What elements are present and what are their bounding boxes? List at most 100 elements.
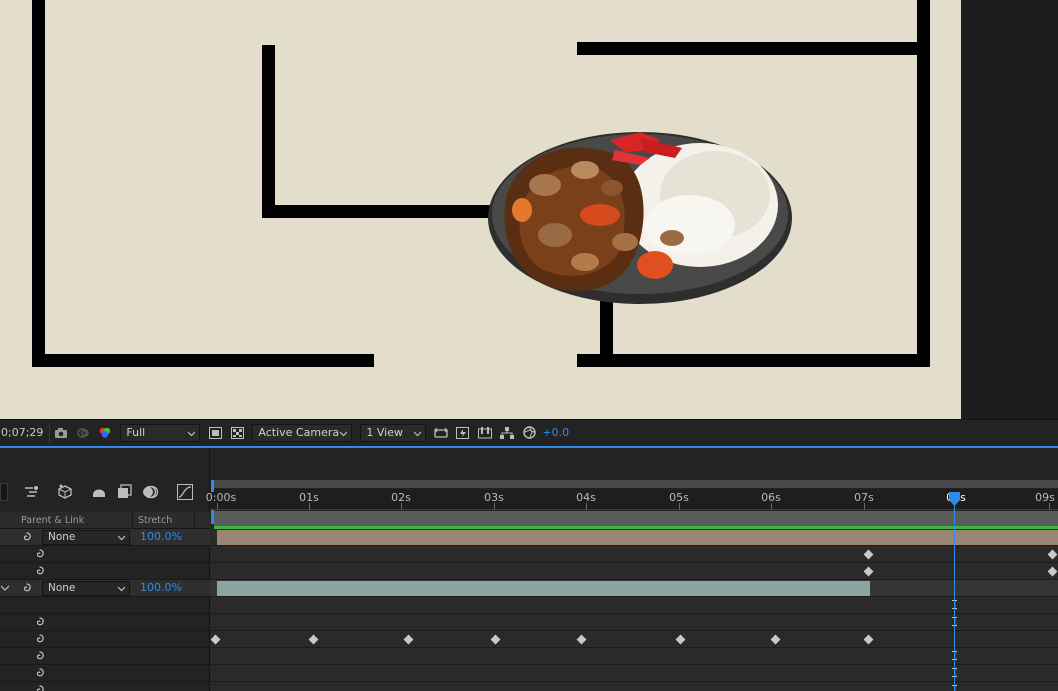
pick-whip-icon[interactable] bbox=[33, 650, 46, 663]
show-snapshot-icon[interactable] bbox=[72, 423, 94, 443]
current-timecode[interactable]: 0;07;29 bbox=[0, 422, 51, 443]
twirl-open-icon[interactable] bbox=[1, 584, 9, 592]
viewer-toolbar: 0;07;29 Full Active Camera 1 View +0.0 bbox=[0, 419, 1058, 445]
column-divider bbox=[194, 512, 195, 529]
chevron-down-icon bbox=[118, 535, 125, 541]
resolution-dropdown[interactable]: Full bbox=[120, 423, 201, 442]
keyframe[interactable] bbox=[675, 634, 686, 645]
property-track[interactable] bbox=[210, 631, 1058, 648]
camera-snapshot-icon[interactable] bbox=[50, 423, 72, 443]
parent-dropdown[interactable]: None bbox=[42, 581, 130, 596]
camera-dropdown[interactable]: Active Camera bbox=[252, 423, 353, 442]
layer-duration-bar[interactable] bbox=[217, 581, 870, 596]
layer-row[interactable]: None 100.0% bbox=[0, 529, 210, 546]
ruler-tick bbox=[586, 503, 587, 510]
stretch-value[interactable]: 100.0% bbox=[140, 530, 182, 543]
layer-duration-bar[interactable] bbox=[217, 530, 1058, 545]
timeline-icon[interactable] bbox=[474, 423, 496, 443]
region-of-interest-icon[interactable] bbox=[204, 423, 226, 443]
property-row[interactable] bbox=[0, 614, 210, 631]
stretch-value[interactable]: 100.0% bbox=[140, 581, 182, 594]
curry-rice-plate-image[interactable] bbox=[0, 0, 961, 419]
ruler-tick bbox=[309, 503, 310, 510]
keyframe[interactable] bbox=[308, 634, 319, 645]
draft-3d-icon[interactable] bbox=[57, 483, 73, 499]
keyframe[interactable] bbox=[863, 566, 874, 577]
keyframe[interactable] bbox=[210, 634, 221, 645]
property-track[interactable] bbox=[210, 546, 1058, 563]
after-effects-window: 0;07;29 Full Active Camera 1 View +0.0 P… bbox=[0, 0, 1058, 691]
keyframe[interactable] bbox=[863, 549, 874, 560]
time-search-field[interactable] bbox=[0, 483, 8, 501]
ruler-tick bbox=[401, 503, 402, 510]
flowchart-icon[interactable] bbox=[496, 423, 518, 443]
property-track[interactable]: I bbox=[210, 682, 1058, 691]
column-headers: Parent & Link Stretch bbox=[0, 512, 210, 529]
fast-previews-icon[interactable] bbox=[452, 423, 474, 443]
parent-pick-whip-icon[interactable] bbox=[20, 531, 33, 544]
layer-track[interactable] bbox=[210, 529, 1058, 546]
layer-track[interactable] bbox=[210, 580, 1058, 597]
parent-dropdown[interactable]: None bbox=[42, 530, 130, 545]
color-channels-icon[interactable] bbox=[94, 423, 116, 443]
pick-whip-icon[interactable] bbox=[33, 548, 46, 561]
ruler-tick bbox=[679, 503, 680, 510]
property-row[interactable] bbox=[0, 631, 210, 648]
property-row[interactable] bbox=[0, 665, 210, 682]
property-row[interactable] bbox=[0, 597, 210, 614]
pick-whip-icon[interactable] bbox=[33, 633, 46, 646]
time-ruler-bar[interactable]: 0:00s 01s 02s 03s 04s 05s 06s 07s 08s 09… bbox=[206, 489, 1058, 510]
current-time-indicator-line[interactable] bbox=[954, 496, 955, 691]
property-track[interactable]: I bbox=[210, 597, 1058, 614]
column-stretch[interactable]: Stretch bbox=[138, 515, 172, 526]
keyframe[interactable] bbox=[576, 634, 587, 645]
ruler-tick bbox=[771, 503, 772, 510]
current-time-indicator-head[interactable] bbox=[948, 492, 961, 506]
motion-blur-icon[interactable] bbox=[143, 484, 159, 500]
comp-range-bar[interactable] bbox=[214, 511, 1058, 526]
view-layout-dropdown[interactable]: 1 View bbox=[360, 423, 427, 442]
keyframe[interactable] bbox=[1047, 566, 1058, 577]
property-row[interactable] bbox=[0, 682, 210, 691]
frame-blending-icon[interactable] bbox=[117, 484, 133, 500]
ruler-tick bbox=[1049, 503, 1050, 510]
work-area-bar[interactable] bbox=[214, 480, 1058, 488]
pick-whip-icon[interactable] bbox=[33, 565, 46, 578]
pick-whip-icon[interactable] bbox=[33, 667, 46, 680]
reset-exposure-icon[interactable] bbox=[518, 423, 540, 443]
shy-layers-icon[interactable] bbox=[91, 484, 107, 500]
column-divider bbox=[132, 512, 133, 529]
parent-value: None bbox=[48, 582, 76, 594]
exposure-value[interactable]: +0.0 bbox=[542, 426, 569, 439]
chevron-down-icon bbox=[414, 431, 422, 436]
keyframe[interactable] bbox=[770, 634, 781, 645]
time-ruler[interactable]: 0:00s 01s 02s 03s 04s 05s 06s 07s 08s 09… bbox=[206, 480, 1058, 510]
keyframe[interactable] bbox=[863, 634, 874, 645]
property-track[interactable]: I bbox=[210, 648, 1058, 665]
property-row[interactable] bbox=[0, 563, 210, 580]
column-parent-link[interactable]: Parent & Link bbox=[21, 515, 84, 526]
graph-editor-icon[interactable] bbox=[177, 484, 193, 500]
composition-viewer[interactable] bbox=[0, 0, 1058, 419]
property-track[interactable]: I bbox=[210, 614, 1058, 631]
view-layout-value: 1 View bbox=[366, 425, 404, 439]
work-area-start-handle[interactable] bbox=[210, 480, 215, 524]
property-row[interactable] bbox=[0, 648, 210, 665]
composition-canvas[interactable] bbox=[0, 0, 961, 419]
transparency-grid-icon[interactable] bbox=[226, 423, 248, 443]
parent-pick-whip-icon[interactable] bbox=[20, 582, 33, 595]
ruler-tick bbox=[494, 503, 495, 510]
comp-mini-flowchart-icon[interactable] bbox=[24, 484, 40, 500]
layer-row[interactable]: None 100.0% bbox=[0, 580, 210, 597]
pick-whip-icon[interactable] bbox=[33, 684, 46, 691]
timeline-panel: Parent & Link Stretch None 100.0% None 1… bbox=[0, 448, 1058, 691]
keyframe[interactable] bbox=[1047, 549, 1058, 560]
timeline-graph-area[interactable]: 0:00s 01s 02s 03s 04s 05s 06s 07s 08s 09… bbox=[206, 448, 1058, 691]
keyframe[interactable] bbox=[490, 634, 501, 645]
pick-whip-icon[interactable] bbox=[33, 616, 46, 629]
toggle-pixel-aspect-icon[interactable] bbox=[430, 423, 452, 443]
property-track[interactable] bbox=[210, 563, 1058, 580]
property-track[interactable]: I bbox=[210, 665, 1058, 682]
keyframe[interactable] bbox=[403, 634, 414, 645]
property-row[interactable] bbox=[0, 546, 210, 563]
